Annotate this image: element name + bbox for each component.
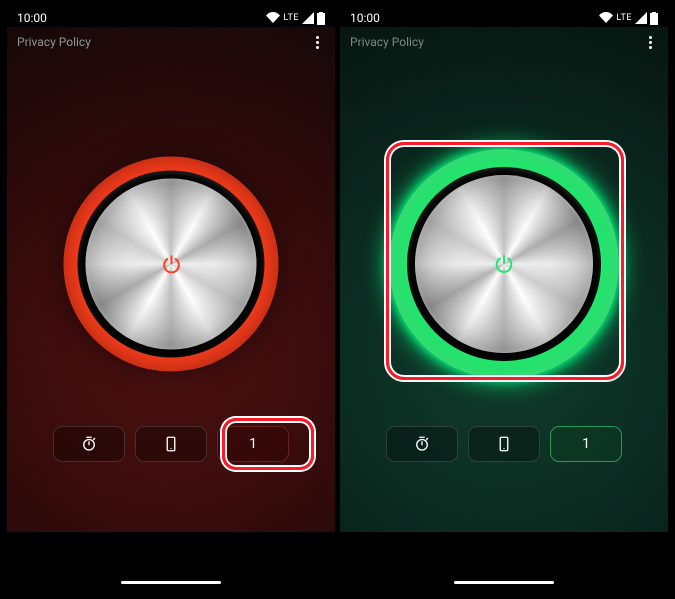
screen-button[interactable] — [135, 426, 207, 462]
nav-handle[interactable] — [454, 581, 554, 584]
app-bar: Privacy Policy — [340, 27, 668, 57]
phone-right: 10:00 LTE Privacy Policy — [340, 7, 668, 592]
menu-icon[interactable] — [309, 34, 325, 50]
signal-icon — [302, 12, 314, 24]
screen-button[interactable] — [468, 426, 540, 462]
status-right: LTE — [266, 12, 325, 25]
battery-icon — [317, 12, 325, 25]
mode-button[interactable]: 1 — [550, 426, 622, 462]
timer-icon — [80, 435, 98, 453]
signal-icon — [635, 12, 647, 24]
statusbar: 10:00 LTE — [340, 7, 668, 29]
status-network: LTE — [616, 13, 632, 23]
power-icon — [160, 253, 182, 275]
mode-value: 1 — [582, 436, 590, 452]
status-time: 10:00 — [350, 11, 380, 25]
timer-button[interactable] — [53, 426, 125, 462]
statusbar: 10:00 LTE — [7, 7, 335, 29]
mode-button[interactable]: 1 — [217, 426, 289, 462]
battery-icon — [650, 12, 658, 25]
app-surface: Privacy Policy 1 — [7, 27, 335, 532]
phone-left: 10:00 LTE Privacy Policy — [7, 7, 335, 592]
phone-icon — [162, 435, 180, 453]
phone-icon — [495, 435, 513, 453]
status-network: LTE — [283, 13, 299, 23]
app-bar: Privacy Policy — [7, 27, 335, 57]
status-time: 10:00 — [17, 11, 47, 25]
wifi-icon — [266, 12, 280, 24]
privacy-link[interactable]: Privacy Policy — [17, 35, 91, 49]
power-icon — [493, 253, 515, 275]
power-button[interactable] — [389, 149, 619, 379]
timer-icon — [413, 435, 431, 453]
nav-handle[interactable] — [121, 581, 221, 584]
menu-icon[interactable] — [642, 34, 658, 50]
bottom-controls: 1 — [7, 426, 335, 462]
app-surface: Privacy Policy 1 — [340, 27, 668, 532]
bottom-controls: 1 — [340, 426, 668, 462]
status-right: LTE — [599, 12, 658, 25]
timer-button[interactable] — [386, 426, 458, 462]
power-button[interactable] — [64, 157, 279, 372]
privacy-link[interactable]: Privacy Policy — [350, 35, 424, 49]
wifi-icon — [599, 12, 613, 24]
mode-value: 1 — [249, 436, 257, 452]
